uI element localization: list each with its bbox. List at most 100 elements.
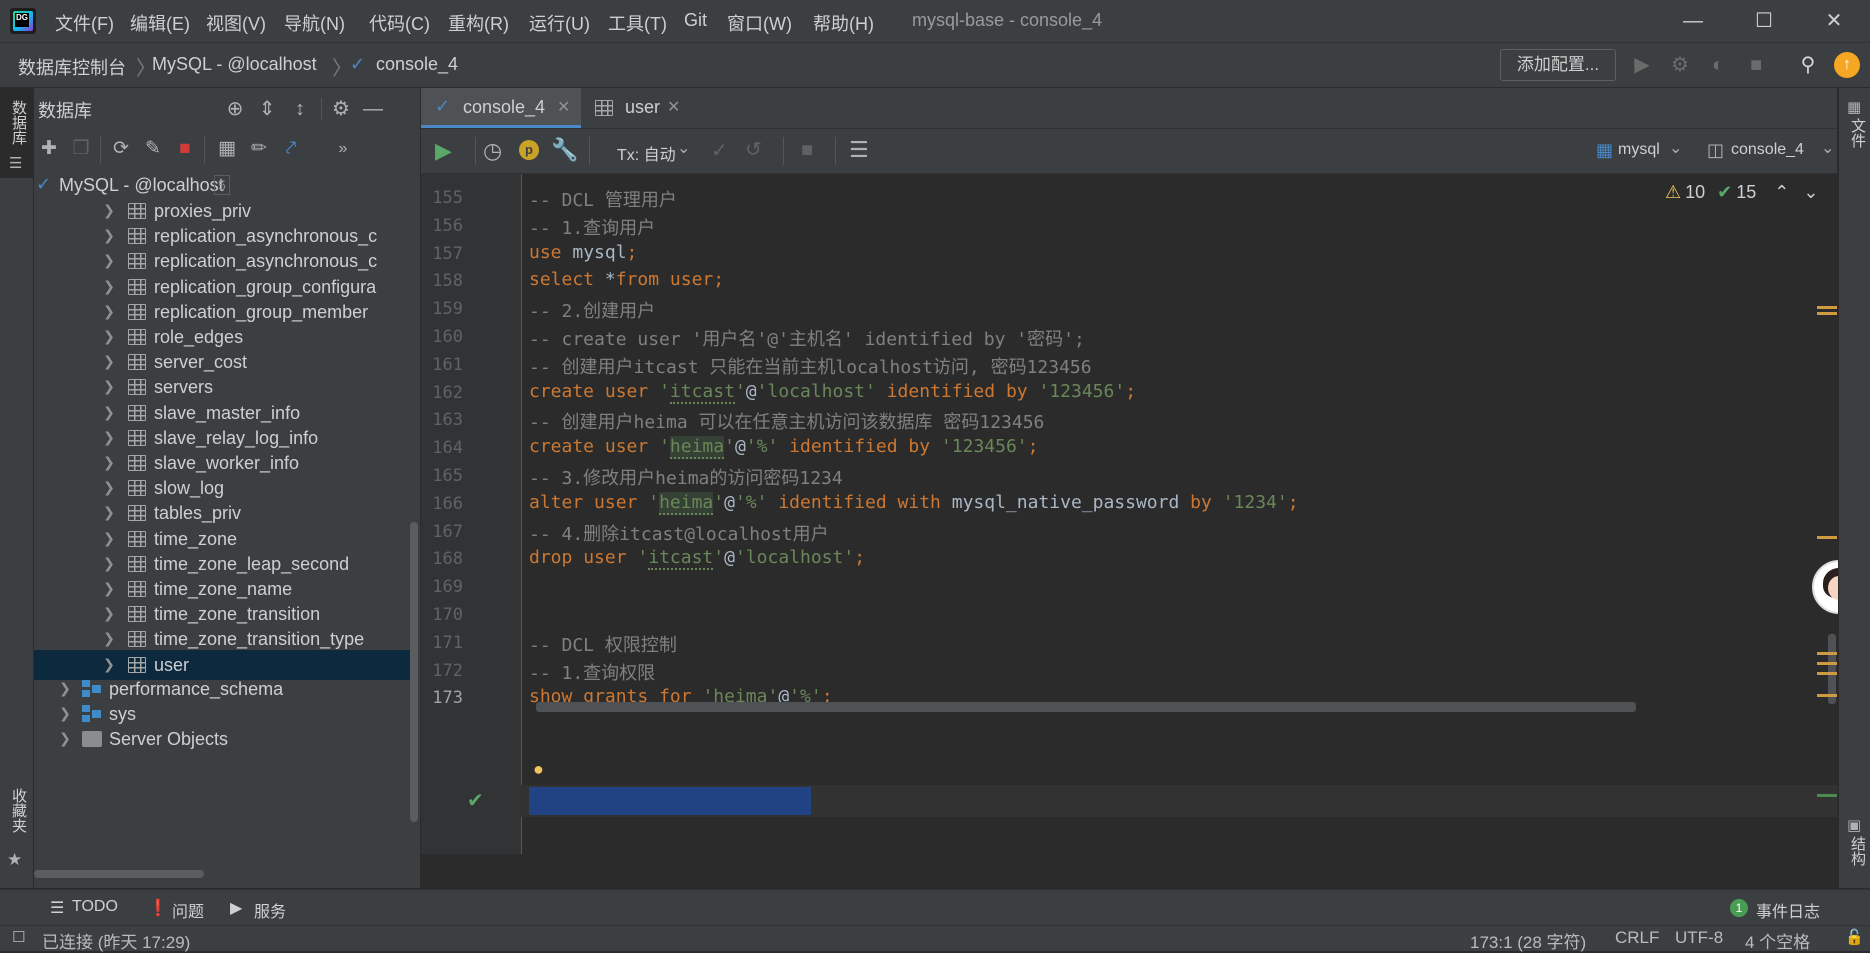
favorites-tool-tab[interactable]: 收藏夹 ★ [0,788,33,888]
layout-icon[interactable]: ☐ [12,928,25,946]
collapse-all-icon[interactable]: ↕ [287,96,313,122]
code-line[interactable]: create user 'heima'@'%' identified by '1… [529,436,1038,460]
wrench-icon[interactable]: 🔧 [551,137,578,163]
crosshair-icon[interactable]: ⊕ [222,96,248,122]
add-configuration-button[interactable]: 添加配置... [1500,49,1616,81]
code-line[interactable]: -- 4.删除itcast@localhost用户 [529,520,829,546]
indent-setting[interactable]: 4 个空格 [1745,928,1810,953]
warning-marker[interactable] [1817,312,1837,315]
history-icon[interactable]: ◷ [483,138,502,164]
stop-icon[interactable]: ■ [801,139,813,162]
run-icon[interactable]: ▶ [1630,53,1654,77]
code-line[interactable]: use mysql; [529,242,637,263]
chevron-right-icon[interactable]: ❯ [102,202,116,218]
code-line[interactable]: -- DCL 权限控制 [529,631,677,657]
code-line[interactable]: -- 创建用户heima 可以在任意主机访问该数据库 密码123456 [529,408,1044,434]
code-line[interactable]: alter user 'heima'@'%' identified with m… [529,491,1299,515]
chevron-right-icon[interactable]: ❯ [102,580,116,596]
execute-icon[interactable]: ▶ [435,138,452,164]
update-icon[interactable]: ↑ [1834,52,1860,78]
refresh-icon[interactable]: ⟳ [108,136,134,162]
breadcrumb-datasource[interactable]: MySQL - @localhost [152,54,317,75]
code-line[interactable]: -- create user '用户名'@'主机名' identified by… [529,325,1085,351]
maximize-button[interactable]: ☐ [1736,6,1792,36]
chevron-right-icon[interactable]: ❯ [102,252,116,268]
menu-file[interactable]: 文件(F) [55,10,114,36]
warning-marker[interactable] [1817,536,1837,539]
menu-run[interactable]: 运行(U) [529,10,590,36]
minimize-button[interactable]: — [1665,6,1721,36]
console-select[interactable]: console_4 [1731,141,1804,159]
code-line[interactable]: -- 2.创建用户 [529,297,655,323]
close-tab-icon[interactable]: ✕ [667,97,680,117]
stop-icon[interactable]: ■ [172,136,198,162]
chevron-right-icon[interactable]: ❯ [102,630,116,646]
gear-icon[interactable]: ⚙ [328,96,354,122]
inspection-widget[interactable]: ⚠ 10 ✔ 15 ⌃ ⌄ [1665,180,1818,204]
warning-marker[interactable] [1817,306,1837,309]
lock-icon[interactable]: 🔓 [1845,928,1864,946]
chevron-right-icon[interactable]: ❯ [58,680,72,696]
chevron-down-icon[interactable]: ⌄ [1821,138,1834,158]
next-problem-icon[interactable]: ⌄ [1803,182,1818,203]
chevron-right-icon[interactable]: ❯ [58,730,72,746]
code-line[interactable]: -- 1.查询权限 [529,659,655,685]
tab-console-4[interactable]: ✓ console_4 ✕ [421,88,581,128]
more-icon[interactable]: » [330,136,356,162]
menu-window[interactable]: 窗口(W) [727,10,792,36]
menu-tools[interactable]: 工具(T) [608,10,667,36]
code-line[interactable]: -- 1.查询用户 [529,214,655,240]
line-separator[interactable]: CRLF [1615,928,1659,948]
event-log-tab[interactable]: 事件日志 [1756,898,1820,922]
add-icon[interactable]: ✚ [36,136,62,162]
previous-problem-icon[interactable]: ⌃ [1774,182,1789,203]
chevron-right-icon[interactable]: ❯ [102,378,116,394]
menu-navigate[interactable]: 导航(N) [284,10,345,36]
caret-position[interactable]: 173:1 (28 字符) [1470,928,1586,953]
schema-settings-icon[interactable]: ✎ [140,136,166,162]
code-line[interactable]: drop user 'itcast'@'localhost'; [529,547,865,571]
warning-marker[interactable] [1817,694,1837,697]
warning-marker[interactable] [1817,652,1837,655]
chevron-right-icon[interactable]: ❯ [102,479,116,495]
chevron-right-icon[interactable]: ❯ [102,404,116,420]
chevron-right-icon[interactable]: ❯ [102,555,116,571]
code-line[interactable]: create user 'itcast'@'localhost' identif… [529,380,1136,404]
hide-panel-icon[interactable]: — [360,96,386,122]
tree-horizontal-scrollbar[interactable] [34,870,204,878]
breadcrumb-file[interactable]: console_4 [376,54,458,75]
close-window-button[interactable]: ✕ [1806,6,1862,36]
jump-to-console-icon[interactable]: ⤤ [278,136,304,162]
services-tab[interactable]: 服务 [254,898,286,922]
menu-help[interactable]: 帮助(H) [813,10,874,36]
commit-icon[interactable]: ✓ [711,138,728,163]
sql-editor[interactable]: 155 156 157 158 159 160 161 162 163 164 165 166 167 1… [421,174,1837,854]
chevron-right-icon[interactable]: ❯ [102,429,116,445]
files-tab-label[interactable]: 文件 [1847,118,1868,148]
duplicate-icon[interactable]: ❐ [68,136,94,162]
database-tool-tab[interactable]: 数据库 ☰ [0,88,33,178]
menu-code[interactable]: 代码(C) [369,10,430,36]
file-encoding[interactable]: UTF-8 [1675,928,1723,948]
chevron-right-icon[interactable]: ❯ [102,328,116,344]
coverage-icon[interactable]: ◐ [1706,53,1730,77]
search-icon[interactable]: ⚲ [1796,53,1820,77]
rollback-icon[interactable]: ↺ [745,137,762,162]
breadcrumb-console[interactable]: 数据库控制台 [18,54,126,80]
chevron-right-icon[interactable]: ❯ [102,227,116,243]
warning-marker[interactable] [1817,662,1837,665]
todo-tab[interactable]: TODO [72,898,118,916]
stop-icon[interactable]: ■ [1744,53,1768,77]
tree-vertical-scrollbar[interactable] [410,522,418,822]
menu-view[interactable]: 视图(V) [206,10,266,36]
profile-icon[interactable]: p [519,140,539,160]
chevron-right-icon[interactable]: ❯ [102,656,116,672]
warning-marker[interactable] [1817,672,1837,675]
chevron-right-icon[interactable]: ❯ [102,454,116,470]
chevron-right-icon[interactable]: ❯ [102,530,116,546]
chevron-right-icon[interactable]: ❯ [102,605,116,621]
chevron-right-icon[interactable]: ❯ [102,353,116,369]
chevron-right-icon[interactable]: ❯ [102,278,116,294]
editor-horizontal-scrollbar[interactable] [536,702,1636,712]
structure-tab-label[interactable]: 结构 [1847,836,1868,866]
